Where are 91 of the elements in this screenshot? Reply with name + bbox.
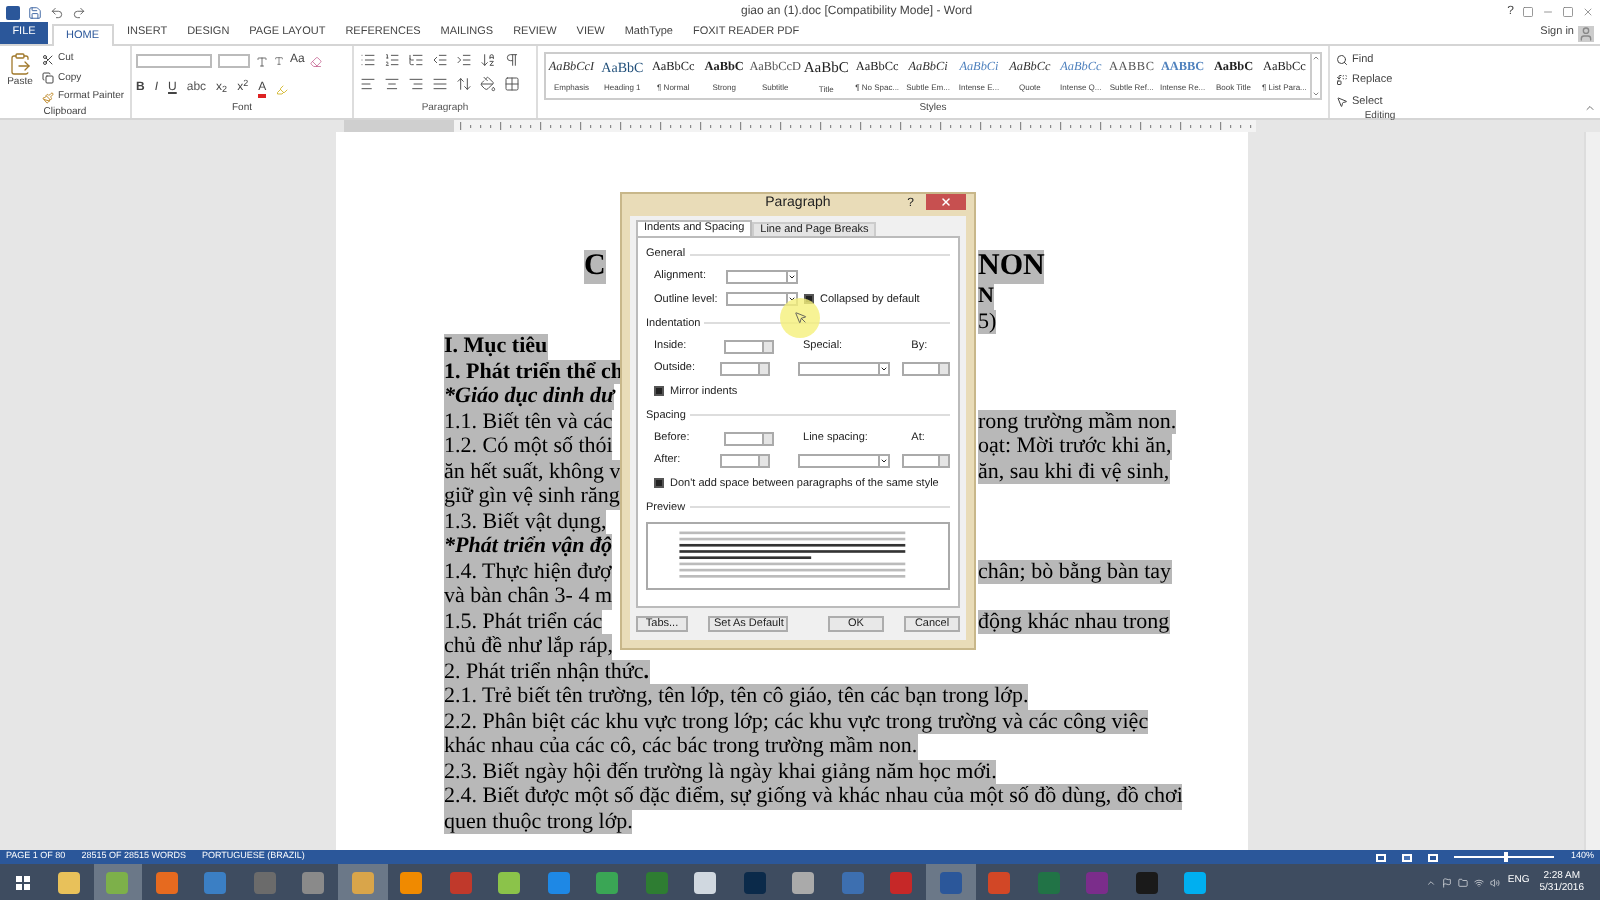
word-logo-icon[interactable] [6, 5, 20, 19]
restore-icon[interactable] [1562, 6, 1574, 18]
document-text: 2.4. Biết được một số đặc điểm, sự giống và khác nhau của một số đồ dùng, đồ chơi [444, 784, 1183, 809]
document-text: động khác nhau trong [978, 609, 1170, 634]
document-text: giữ gìn vệ sinh răng [444, 484, 620, 509]
paint-bucket-icon[interactable] [480, 76, 496, 92]
clipboard-icon [8, 52, 32, 76]
show-hidden-icons-icon[interactable] [1425, 877, 1436, 887]
spin-field[interactable] [901, 361, 950, 376]
document-text: NON [978, 250, 1045, 284]
copy-icon [42, 72, 54, 85]
document-text: 1.4. Thực hiện đượ [444, 559, 612, 584]
select-field[interactable] [726, 292, 798, 307]
document-text: N [978, 284, 994, 309]
document-text: 1.1. Biết tên và các [444, 409, 613, 434]
taskbar-app[interactable] [93, 864, 142, 900]
close-button[interactable] [926, 194, 966, 210]
close-icon [940, 196, 952, 208]
document-text: 1.3. Biết vật dụng, [444, 509, 607, 534]
document-text: 5) [978, 309, 997, 334]
document-text: 1.5. Phát triển các [444, 609, 603, 634]
document-text: I. Mục tiêu [444, 334, 548, 359]
document-text: quen thuộc trong lớp. [444, 809, 633, 834]
pilcrow-icon[interactable] [504, 52, 520, 68]
numbering-icon[interactable] [384, 52, 400, 68]
align-left-icon[interactable] [360, 76, 376, 92]
paintbrush-icon [42, 91, 54, 104]
increase-indent-icon[interactable] [456, 52, 472, 68]
align-right-icon[interactable] [408, 76, 424, 92]
justify-icon[interactable] [432, 76, 448, 92]
document-text: C [584, 250, 606, 284]
view-mode-icon[interactable] [1402, 853, 1413, 861]
view-mode-icon[interactable] [1376, 853, 1387, 861]
spinner-icon [938, 455, 948, 466]
document-text: 2.3. Biết ngày hội đến trường là ngày khai giảng năm học mới. [444, 759, 997, 784]
font-size-field[interactable] [218, 54, 250, 68]
replace-icon [1336, 74, 1348, 87]
checkbox[interactable] [654, 478, 664, 489]
document-text: *Giáo dục dinh dư [444, 384, 615, 409]
select-field[interactable] [726, 269, 798, 284]
search-icon [1336, 54, 1348, 67]
sort-icon[interactable] [480, 52, 496, 68]
type-icon[interactable] [256, 55, 268, 67]
document-text: *Phát triển vận độ [444, 534, 613, 559]
type-icon[interactable] [274, 56, 284, 66]
document-text: 1.2. Có một số thói [444, 434, 613, 459]
spin-field[interactable] [723, 431, 775, 446]
multilevel-list-icon[interactable] [408, 52, 424, 68]
spin-field[interactable] [720, 453, 770, 468]
scissors-icon [42, 53, 54, 66]
select-field[interactable] [797, 361, 891, 376]
select-field[interactable] [797, 453, 891, 468]
document-text: rong trường mầm non. [978, 409, 1177, 434]
spin-field[interactable] [720, 361, 770, 376]
document-text: oạt: Mời trước khi ăn, [978, 434, 1172, 459]
document-text: chân; bò bằng bàn tay [978, 559, 1172, 584]
document-text: khác nhau của các cô, các bác trong trường mầm non. [444, 734, 918, 759]
spin-field[interactable] [901, 453, 950, 468]
line-spacing-icon[interactable] [456, 76, 472, 92]
volume-icon[interactable] [1489, 877, 1500, 887]
redo-icon[interactable] [72, 5, 86, 19]
collapse-ribbon-icon[interactable] [1584, 102, 1596, 114]
undo-icon[interactable] [50, 5, 64, 19]
eraser-icon[interactable] [310, 55, 323, 67]
checkbox[interactable] [654, 386, 664, 397]
close-icon[interactable] [1582, 6, 1594, 18]
folder-icon[interactable] [1457, 877, 1468, 887]
document-text: 2. Phát triển nhận thức. [444, 659, 649, 684]
align-center-icon[interactable] [384, 76, 400, 92]
network-icon[interactable] [1473, 877, 1484, 887]
font-name-field[interactable] [136, 54, 212, 68]
spinner-icon [938, 363, 948, 374]
vertical-scrollbar[interactable] [1584, 132, 1600, 850]
flag-icon[interactable] [1441, 877, 1452, 887]
highlighter-icon[interactable] [276, 83, 289, 95]
bullets-icon[interactable] [360, 52, 376, 68]
document-text: 2.1. Trẻ biết tên trường, tên lớp, tên cô giáo, tên các bạn trong lớp. [444, 684, 1029, 709]
ribbon-display-icon[interactable] [1522, 6, 1534, 18]
document-text: và bàn chân 3- 4 m [444, 584, 612, 609]
document-text: chủ đề như lắp ráp, [444, 634, 613, 659]
spin-field[interactable] [723, 339, 775, 354]
pointer-icon [1336, 95, 1348, 108]
minimize-icon[interactable] [1542, 6, 1554, 18]
document-text: 2.2. Phân biệt các khu vực trong lớp; các khu vực trong trường và các công việc [444, 709, 1149, 734]
pointer-icon [794, 310, 808, 326]
save-icon[interactable] [28, 5, 42, 19]
borders-icon[interactable] [504, 76, 520, 92]
user-avatar-icon[interactable] [1578, 26, 1594, 42]
document-text: ăn, sau khi đi vệ sinh, [978, 459, 1170, 484]
document-text: ăn hết suất, không v [444, 459, 621, 484]
view-mode-icon[interactable] [1428, 853, 1439, 861]
